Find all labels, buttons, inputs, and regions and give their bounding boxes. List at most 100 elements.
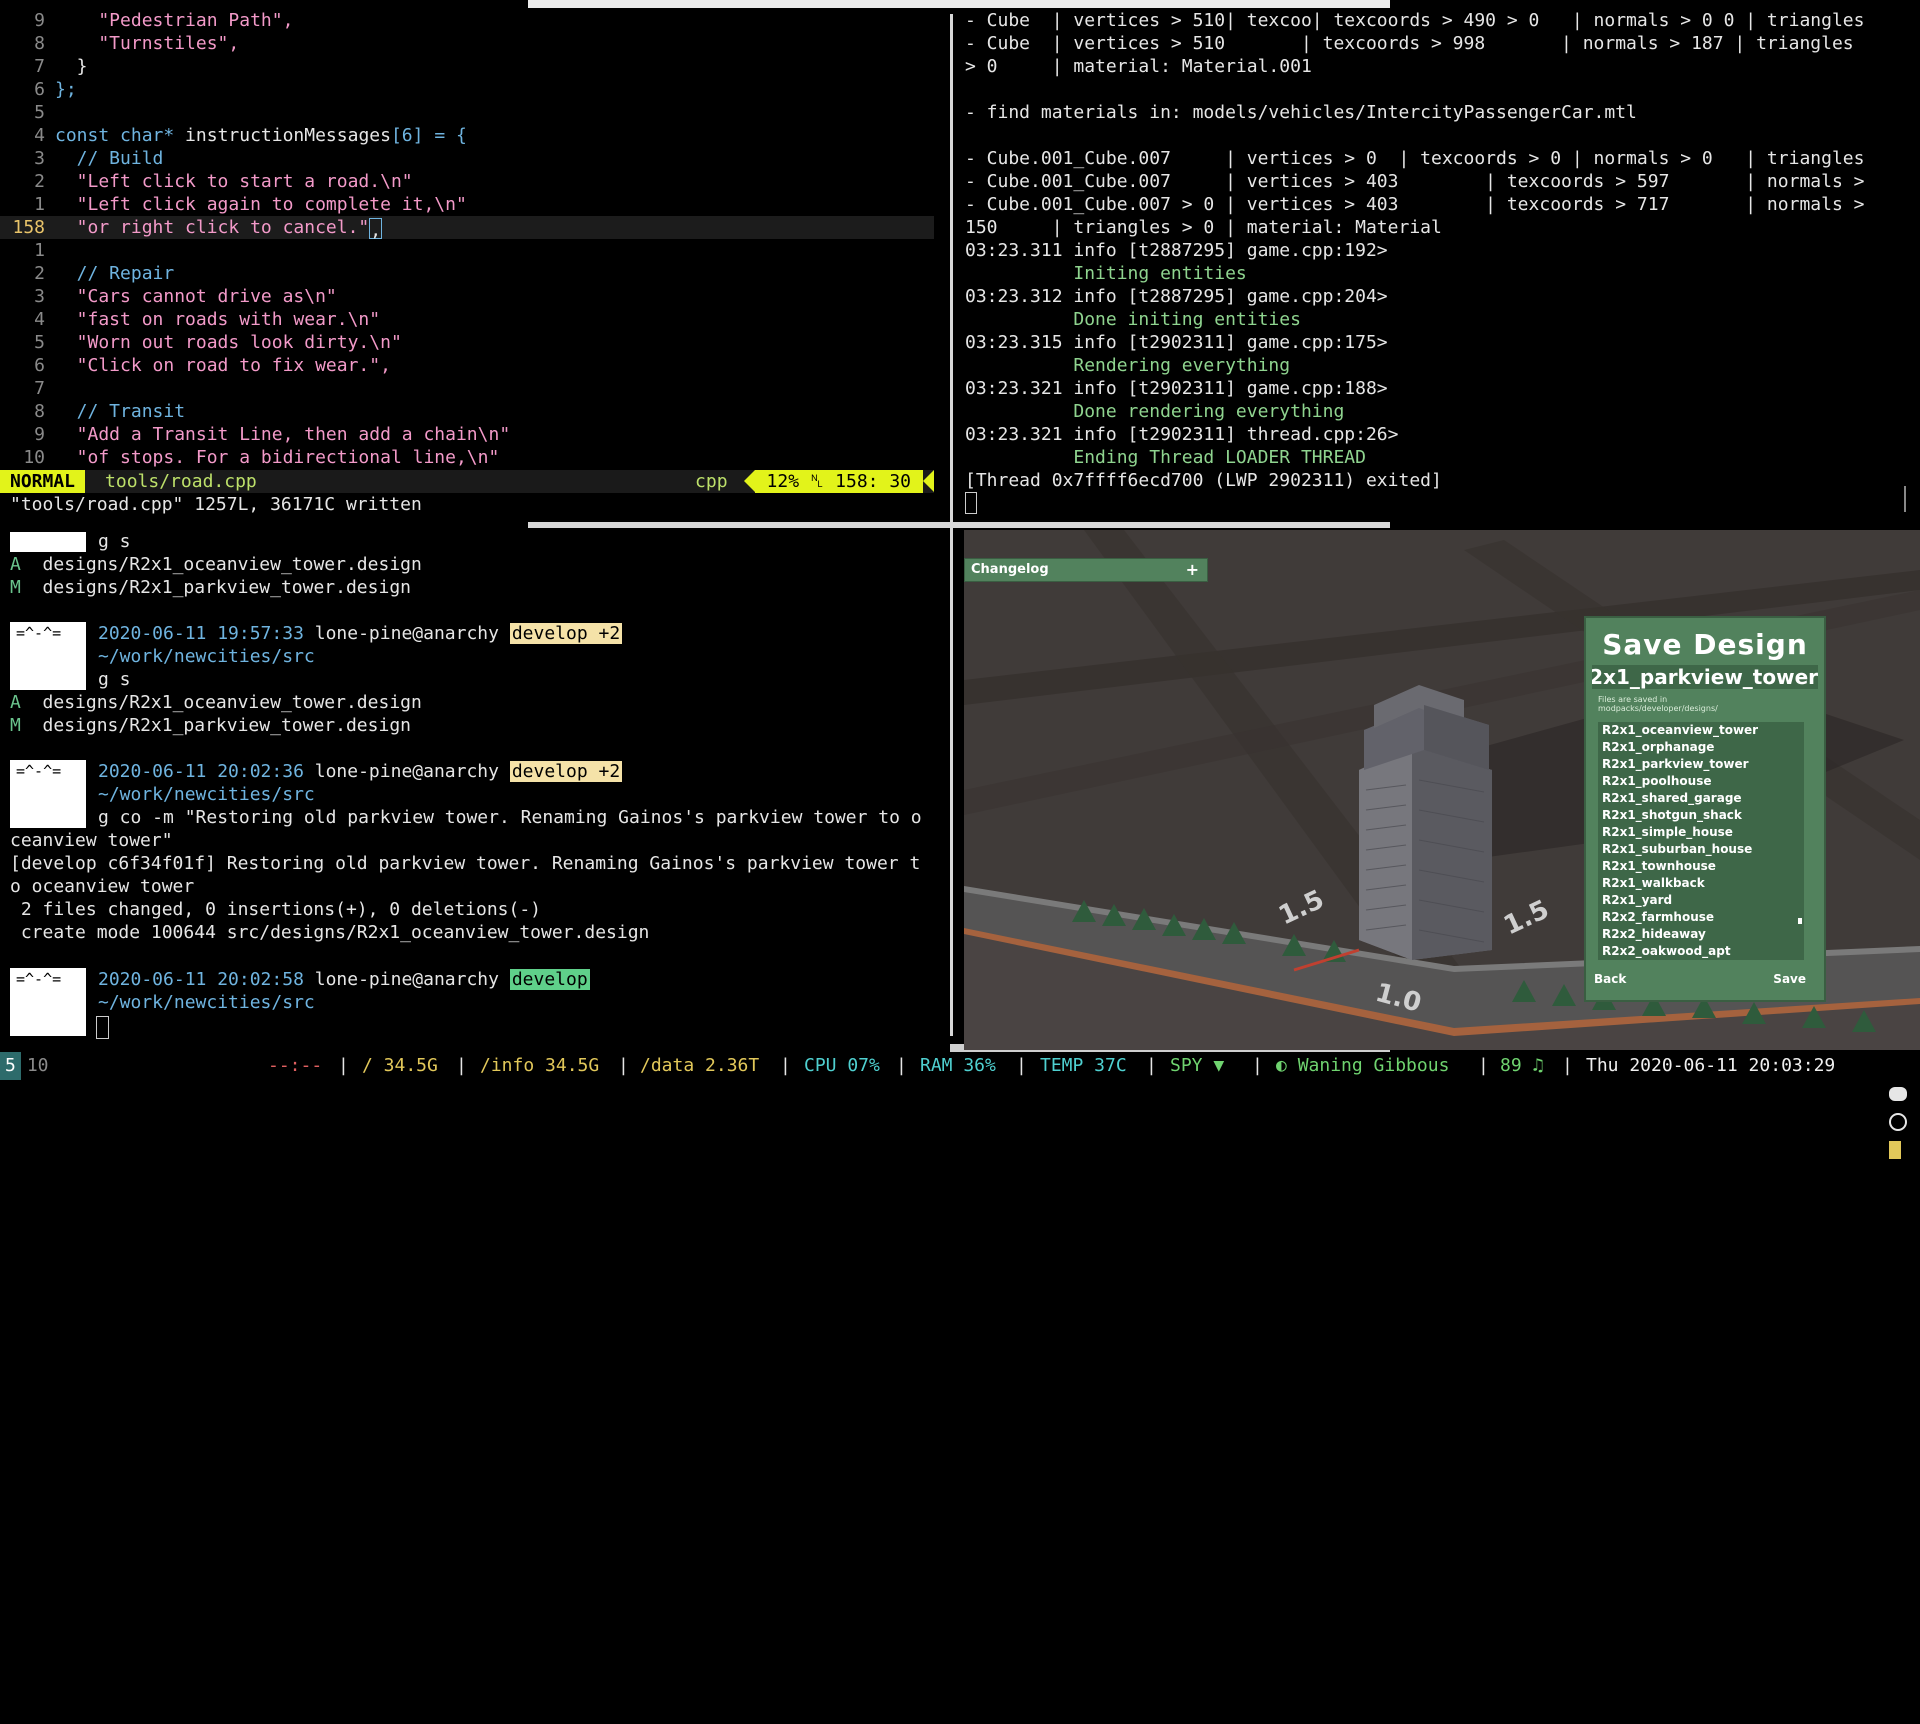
changelog-panel[interactable]: Changelog +: [964, 558, 1208, 582]
disk-info: /info 34.5G: [480, 1055, 600, 1076]
code-line[interactable]: 9 "Add a Transit Line, then add a chain\…: [0, 423, 934, 446]
first-command: g s: [98, 531, 131, 552]
code-line[interactable]: 4 const char* instructionMessages[6] = {: [0, 124, 934, 147]
code-line[interactable]: 7: [0, 377, 934, 400]
disk-root: / 34.5G: [362, 1055, 438, 1076]
line-number: 1: [34, 240, 45, 261]
code-text: // Transit: [55, 401, 186, 422]
code-line[interactable]: 2 // Repair: [0, 262, 934, 285]
save-location-hint: Files are saved in modpacks/developer/des…: [1598, 695, 1718, 713]
code-line[interactable]: 3 "Cars cannot drive as\n": [0, 285, 934, 308]
vim-editor-pane[interactable]: 9 "Pedestrian Path", 8 "Turnstiles", 7 } 6}…: [0, 0, 934, 520]
status-line-added: A designs/R2x1_oceanview_tower.design: [10, 554, 422, 575]
workspace-active[interactable]: 5: [0, 1052, 21, 1080]
log-line: - find materials in: models/vehicles/Int…: [965, 102, 1637, 123]
code-text: }: [55, 56, 88, 77]
code-text: "Left click to start a road.\n": [55, 171, 413, 192]
list-scrollbar[interactable]: [1798, 918, 1802, 924]
prompt-command: g s: [98, 669, 131, 690]
line-number: 1: [34, 194, 45, 215]
design-file-item[interactable]: R2x1_shared_garage: [1598, 790, 1804, 807]
volume-level[interactable]: 89 ♫: [1500, 1052, 1543, 1080]
line-number: 5: [34, 332, 45, 353]
log-line: Rendering everything: [965, 355, 1291, 376]
line-number: 7: [34, 56, 45, 77]
code-text: // Repair: [55, 263, 175, 284]
code-line[interactable]: 1: [0, 239, 934, 262]
log-scrollbar[interactable]: [1904, 486, 1906, 512]
vim-filetype: cpp: [695, 471, 728, 492]
design-file-item[interactable]: R2x1_poolhouse: [1598, 773, 1804, 790]
status-line-modified: M designs/R2x1_parkview_tower.design: [10, 715, 411, 736]
line-number: 3: [34, 148, 45, 169]
log-output-pane[interactable]: - Cube | vertices > 510| texcoo| texcoor…: [955, 0, 1920, 520]
design-file-list[interactable]: R2x1_oceanview_tower R2x1_orphanage R2x1_p…: [1598, 722, 1804, 960]
disk-data: /data 2.36T: [640, 1055, 760, 1076]
line-number: 158: [12, 217, 45, 238]
code-text: "Worn out roads look dirty.\n": [55, 332, 402, 353]
design-file-item[interactable]: R2x1_simple_house: [1598, 824, 1804, 841]
line-number: 6: [34, 79, 45, 100]
save-button[interactable]: Save: [1773, 972, 1806, 986]
code-line[interactable]: 6 "Click on road to fix wear.",: [0, 354, 934, 377]
code-line[interactable]: 8 "Turnstiles",: [0, 32, 934, 55]
line-number: 8: [34, 401, 45, 422]
code-text: "Cars cannot drive as\n": [55, 286, 337, 307]
design-file-item[interactable]: R2x1_yard: [1598, 892, 1804, 909]
design-file-item[interactable]: R2x1_suburban_house: [1598, 841, 1804, 858]
line-number: 4: [34, 309, 45, 330]
code-text: "Add a Transit Line, then add a chain\n": [55, 424, 511, 445]
design-name-input[interactable]: R2x1_parkview_tower: [1592, 665, 1818, 689]
shell-cursor[interactable]: [96, 1016, 109, 1039]
text-cursor: ,: [369, 217, 383, 241]
design-file-item[interactable]: R2x1_shotgun_shack: [1598, 807, 1804, 824]
code-line[interactable]: 7 }: [0, 55, 934, 78]
code-line[interactable]: 5 "Worn out roads look dirty.\n": [0, 331, 934, 354]
design-file-item[interactable]: R2x1_townhouse: [1598, 858, 1804, 875]
moon-phase: ◐ Waning Gibbous: [1276, 1055, 1450, 1076]
code-line[interactable]: 8 // Transit: [0, 400, 934, 423]
code-line[interactable]: 3 // Build: [0, 147, 934, 170]
save-design-dialog: Save Design R2x1_parkview_tower Files ar…: [1584, 616, 1826, 1002]
shell-terminal-pane[interactable]: g s A designs/R2x1_oceanview_tower.desig…: [0, 528, 950, 1052]
code-line[interactable]: 10 "of stops. For a bidirectional line,\…: [0, 446, 934, 469]
clock: Thu 2020-06-11 20:03:29: [1586, 1055, 1836, 1076]
log-line: 03:23.311 info [t2887295] game.cpp:192>: [965, 240, 1388, 261]
log-line: - Cube.001_Cube.007 > 0 | vertices > 403…: [965, 194, 1865, 215]
design-file-item[interactable]: R2x2_farmhouse: [1598, 909, 1804, 926]
line-number: 2: [34, 263, 45, 284]
design-file-item[interactable]: R2x1_orphanage: [1598, 739, 1804, 756]
back-button[interactable]: Back: [1594, 972, 1626, 986]
line-number: 7: [34, 378, 45, 399]
code-line[interactable]: 5: [0, 101, 934, 124]
code-line[interactable]: 2 "Left click to start a road.\n": [0, 170, 934, 193]
clipboard-icon[interactable]: [1889, 1141, 1902, 1159]
code-line[interactable]: 4 "fast on roads with wear.\n": [0, 308, 934, 331]
line-number: 6: [34, 355, 45, 376]
avatar: =^-^=: [10, 622, 86, 690]
branch-badge: develop: [509, 969, 590, 990]
expand-plus-icon[interactable]: +: [1186, 559, 1199, 581]
code-line[interactable]: 9 "Pedestrian Path",: [0, 9, 934, 32]
workspace-other[interactable]: 10: [21, 1052, 55, 1080]
line-number: 4: [34, 125, 45, 146]
code-line[interactable]: 1 "Left click again to complete it,\n": [0, 193, 934, 216]
code-line[interactable]: 158 "or right click to cancel.",: [0, 216, 934, 241]
code-line[interactable]: 6};: [0, 78, 934, 101]
line-number: 8: [34, 33, 45, 54]
design-file-item[interactable]: R2x2_hideaway: [1598, 926, 1804, 943]
discord-icon[interactable]: [1889, 1087, 1908, 1101]
dimension-label: 1.5: [1274, 885, 1328, 932]
design-file-item[interactable]: R2x2_oakwood_apt: [1598, 943, 1804, 960]
log-line: [Thread 0x7ffff6ecd700 (LWP 2902311) exi…: [965, 470, 1442, 491]
ram-usage: RAM 36%: [920, 1055, 996, 1076]
steam-icon[interactable]: [1889, 1113, 1908, 1131]
cpu-temperature: TEMP 37C: [1040, 1055, 1127, 1076]
pane-divider-top-edge: [528, 0, 1390, 8]
design-file-item[interactable]: R2x1_parkview_tower: [1598, 756, 1804, 773]
code-text: "of stops. For a bidirectional line,\n": [55, 447, 500, 468]
log-line: 150 | triangles > 0 | material: Material: [965, 217, 1442, 238]
design-file-item[interactable]: R2x1_oceanview_tower: [1598, 722, 1804, 739]
log-line: Done initing entities: [965, 309, 1301, 330]
design-file-item[interactable]: R2x1_walkback: [1598, 875, 1804, 892]
